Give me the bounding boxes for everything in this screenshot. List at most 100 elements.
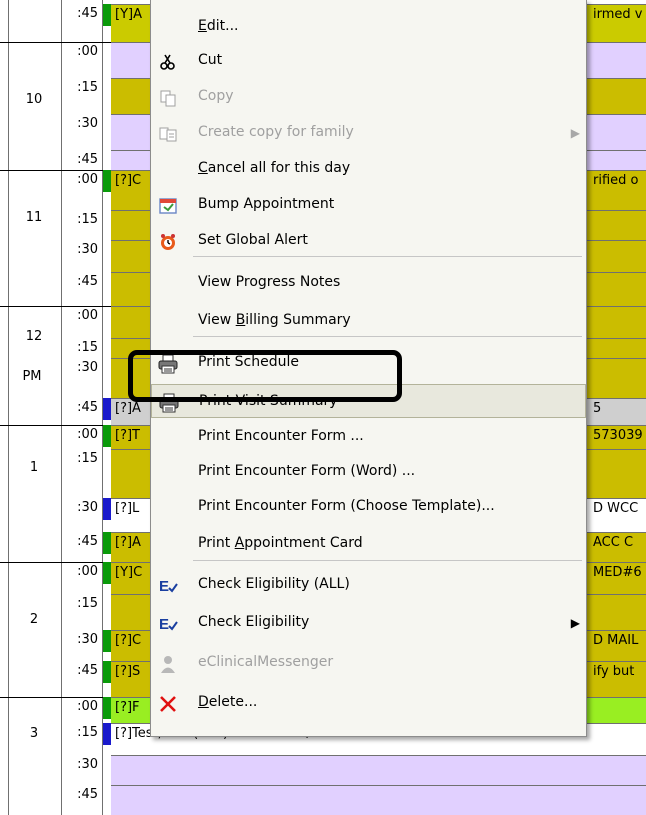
status-marker	[103, 398, 111, 420]
minute-label: :45	[77, 534, 98, 549]
menu-item-label: Copy	[198, 88, 234, 104]
minute-label: :45	[77, 400, 98, 415]
svg-text:E: E	[159, 616, 169, 633]
menu-item-label: Print Appointment Card	[198, 535, 363, 551]
menu-item-label: Cut	[198, 52, 223, 68]
hour-label-2: 2	[29, 612, 39, 627]
appointment-text: [?]A	[115, 401, 141, 416]
minute-label: :45	[77, 274, 98, 289]
menu-separator	[193, 256, 582, 257]
minute-label: :00	[77, 427, 98, 442]
menu-item-view-progress-notes[interactable]: View Progress Notes	[151, 266, 586, 300]
delete-x-icon	[157, 693, 179, 715]
highlight-callout	[128, 350, 402, 402]
left-border	[8, 0, 9, 815]
hour-divider	[0, 306, 111, 307]
time-slot[interactable]	[111, 755, 646, 785]
menu-item-set-global-alert[interactable]: Set Global Alert	[151, 224, 586, 258]
minute-label: :30	[77, 757, 98, 772]
minute-label: :45	[77, 152, 98, 167]
copy-icon	[157, 87, 179, 109]
minute-label: :45	[77, 787, 98, 802]
status-marker	[103, 697, 111, 719]
menu-item-label: Print Encounter Form (Choose Template)..…	[198, 498, 495, 514]
menu-item-print-encounter-form[interactable]: Print Encounter Form ...	[151, 420, 586, 454]
minute-label: :15	[77, 80, 98, 95]
scissors-icon	[157, 51, 179, 73]
status-marker	[103, 532, 111, 554]
menu-item-check-eligibility-all[interactable]: E Check Eligibility (ALL)	[151, 568, 586, 602]
menu-item-label: Check Eligibility	[198, 614, 310, 630]
menu-item-edit[interactable]: Edit...	[151, 10, 586, 44]
messenger-icon	[157, 653, 179, 675]
appointment-text: [?]A	[115, 535, 141, 550]
hour-label-12: 12	[25, 329, 43, 344]
minute-label: :15	[77, 596, 98, 611]
menu-item-view-billing-summary[interactable]: View Billing Summary	[151, 304, 586, 338]
time-slot[interactable]	[111, 785, 646, 815]
minute-label: :45	[77, 6, 98, 21]
menu-item-cancel-all-for-this-day[interactable]: Cancel all for this day	[151, 152, 586, 186]
status-marker	[103, 723, 111, 745]
svg-text:E: E	[159, 578, 169, 595]
menu-item-create-copy-for-family[interactable]: Create copy for family ▶	[151, 116, 586, 150]
hour-divider	[0, 697, 111, 698]
appointment-text: [Y]A	[115, 7, 142, 22]
status-marker	[103, 498, 111, 520]
appointment-text: [?]T	[115, 428, 140, 443]
menu-item-label: Bump Appointment	[198, 196, 335, 212]
status-marker	[103, 4, 111, 26]
minute-label: :30	[77, 632, 98, 647]
appointment-text-tail: D WCC	[593, 501, 639, 516]
menu-item-eclinicalmessenger[interactable]: eClinicalMessenger	[151, 646, 586, 680]
menu-item-bump-appointment[interactable]: Bump Appointment	[151, 188, 586, 222]
appointment-text: [?]C	[115, 633, 142, 648]
minute-label: :45	[77, 663, 98, 678]
status-marker	[103, 170, 111, 192]
appointment-text-tail: ify but	[593, 664, 635, 679]
hour-label-10: 10	[25, 92, 43, 107]
minute-label: :30	[77, 360, 98, 375]
minute-label: :15	[77, 451, 98, 466]
status-marker	[103, 661, 111, 683]
menu-item-print-encounter-form-word[interactable]: Print Encounter Form (Word) ...	[151, 455, 586, 489]
hour-divider	[0, 42, 111, 43]
appointment-text-tail: 573039	[593, 428, 643, 443]
pm-label: PM	[22, 369, 42, 384]
menu-item-cut[interactable]: Cut	[151, 44, 586, 78]
global-alert-icon	[157, 231, 179, 253]
menu-item-label: View Billing Summary	[198, 312, 351, 328]
menu-item-label: eClinicalMessenger	[198, 654, 334, 670]
appointment-text-tail: ACC C	[593, 535, 634, 550]
menu-item-label: Create copy for family	[198, 124, 354, 140]
minute-label: :15	[77, 340, 98, 355]
appointment-text: [Y]C	[115, 565, 143, 580]
appointment-text-tail: rified o	[593, 173, 639, 188]
hour-divider	[0, 562, 111, 563]
menu-item-label: Set Global Alert	[198, 232, 308, 248]
minute-label: :15	[77, 725, 98, 740]
appointment-text-tail: MED#6	[593, 565, 642, 580]
submenu-arrow-icon: ▶	[570, 126, 580, 140]
menu-item-check-eligibility[interactable]: E Check Eligibility ▶	[151, 606, 586, 640]
hour-label-11: 11	[25, 210, 43, 225]
menu-item-label: Print Encounter Form (Word) ...	[198, 463, 416, 479]
minute-label: :30	[77, 242, 98, 257]
hour-divider	[0, 425, 111, 426]
minute-label: :30	[77, 116, 98, 131]
menu-separator	[193, 560, 582, 561]
menu-item-print-encounter-form-choose-template[interactable]: Print Encounter Form (Choose Template)..…	[151, 490, 586, 524]
status-marker	[103, 630, 111, 652]
submenu-arrow-icon: ▶	[570, 616, 580, 630]
appointment-text: [?]L	[115, 501, 140, 516]
hour-divider	[0, 170, 111, 171]
hour-label-1: 1	[29, 460, 39, 475]
menu-item-label: Print Encounter Form ...	[198, 428, 364, 444]
eligibility-icon: E	[157, 613, 179, 635]
menu-item-delete[interactable]: Delete...	[151, 686, 586, 720]
appointment-text: [?]F	[115, 700, 140, 715]
menu-item-print-appointment-card[interactable]: Print Appointment Card	[151, 527, 586, 561]
menu-item-copy[interactable]: Copy	[151, 80, 586, 114]
minute-label: :00	[77, 564, 98, 579]
minute-label: :00	[77, 308, 98, 323]
